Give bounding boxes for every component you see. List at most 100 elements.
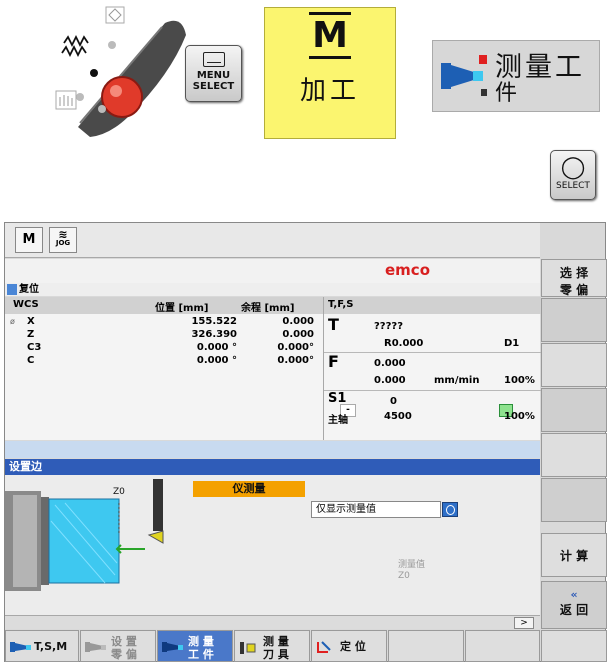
axis-remaining: 0.000 — [282, 316, 314, 327]
window-title: 设置边 — [5, 459, 540, 475]
measured-value-label: 测量值 — [398, 560, 426, 570]
wcs-table: ø X 155.522 0.000 Z 326.390 0.000 C3 0.0… — [5, 314, 323, 440]
scroll-row: > — [5, 615, 540, 629]
softkey-label: 零 偏 — [111, 648, 137, 661]
divider — [324, 352, 541, 353]
softkey-set-offset[interactable]: 设 置 零 偏 — [80, 630, 156, 662]
brand-logo: emco — [385, 261, 430, 279]
measure-workpiece-line2: 件 — [495, 81, 518, 106]
softkey-empty[interactable] — [541, 388, 607, 432]
remaining-header: 余程 [mm] — [241, 303, 295, 314]
measure-workpiece-softkey-large[interactable]: 测量工 件 — [432, 40, 600, 112]
axis-name: Z — [27, 329, 35, 340]
axis-name: C — [27, 355, 35, 366]
wcs-table-header: WCS 位置 [mm] 余程 [mm] — [5, 297, 323, 314]
softkey-label: 工 件 — [188, 648, 214, 661]
position-icon — [317, 641, 331, 653]
workpiece-diagram — [5, 479, 164, 591]
table-row: C 0.000 ° 0.000° — [5, 355, 323, 368]
hmi-screen: M ≋ JOG emco 复位 WCS 位置 [mm] 余程 [mm] ø X … — [4, 222, 607, 662]
axis-remaining: 0.000° — [277, 342, 314, 353]
measure-type-label: 仪测量 — [193, 481, 305, 497]
divider-strip — [5, 441, 540, 458]
machining-letter: M — [309, 12, 351, 59]
select-key[interactable]: ◯ SELECT — [550, 150, 596, 200]
mode-dial[interactable] — [50, 5, 190, 155]
status-flag-icon — [7, 284, 17, 295]
machine-mode-button[interactable]: M — [15, 227, 43, 253]
softkey-label: T,S,M — [34, 640, 68, 653]
softkey-measure-workpiece[interactable]: 测 量 工 件 — [157, 630, 233, 662]
axis-remaining: 0.000 — [282, 329, 314, 340]
back-arrow-icon: « — [570, 588, 578, 601]
axis-name: X — [27, 316, 35, 327]
tool-radius: R0.000 — [384, 338, 424, 349]
status-text: 复位 — [19, 284, 39, 295]
spindle-speed: 4500 — [384, 411, 412, 422]
tfs-header: T,F,S — [324, 297, 541, 314]
machine-mode-letter: M — [22, 232, 36, 247]
softkey-label: 测 量 — [188, 635, 214, 648]
measure-mode-field[interactable]: 仅显示测量值 — [311, 501, 441, 518]
scroll-right-button[interactable]: > — [514, 617, 534, 629]
machining-m-icon: M — [265, 12, 395, 59]
jog-mode-label: JOG — [55, 239, 71, 247]
softkey-calculate[interactable]: 计 算 — [541, 533, 607, 577]
tool-name: ????? — [374, 321, 404, 332]
softkey-label: 刀 具 — [263, 648, 289, 661]
table-row: X 155.522 0.000 — [5, 316, 323, 329]
z0-value-label: Z0 — [398, 571, 410, 581]
machining-label: 加工 — [299, 76, 360, 106]
axis-position: 0.000 ° — [196, 342, 237, 353]
feed-override: 100% — [504, 375, 535, 386]
table-row: Z 326.390 0.000 — [5, 329, 323, 342]
softkey-empty-corner[interactable] — [541, 630, 607, 662]
channel-status: 复位 — [5, 283, 540, 296]
softkey-label: 设 置 — [111, 635, 137, 648]
softkey-empty-h[interactable] — [465, 630, 540, 662]
softkey-measure-tool[interactable]: 测 量 刀 具 — [234, 630, 310, 662]
measure-workpiece-icon — [441, 55, 487, 96]
toggle-icon[interactable] — [442, 502, 458, 517]
softkey-back[interactable]: « 返 回 — [541, 581, 607, 629]
measure-graphic-area: Z0 仪测量 仅显示测量值 测量值 Z0 — [5, 475, 540, 615]
softkey-empty[interactable] — [541, 478, 607, 522]
feed-label: F — [328, 352, 339, 371]
menu-select-line1: MENU — [196, 70, 231, 81]
feed-unit: mm/min — [434, 375, 480, 386]
softkey-position[interactable]: 定 位 — [311, 630, 387, 662]
softkey-label: 计 算 — [559, 549, 589, 563]
wcs-header: WCS — [13, 299, 39, 310]
axis-position: 326.390 — [191, 329, 237, 340]
softkey-label: 定 位 — [340, 640, 366, 653]
set-offset-icon — [85, 642, 106, 652]
softkey-label: 返 回 — [559, 603, 589, 617]
spindle-actual: 0 — [390, 396, 397, 407]
axis-name: C3 — [27, 342, 42, 353]
select-circle-icon: ◯ — [560, 155, 586, 180]
table-row: C3 0.000 ° 0.000° — [5, 342, 323, 355]
axis-position: 155.522 — [191, 316, 237, 327]
softkey-empty-h[interactable] — [388, 630, 464, 662]
jog-mode-button[interactable]: ≋ JOG — [49, 227, 77, 253]
spindle-override: 100% — [504, 411, 535, 422]
menu-select-line2: SELECT — [192, 81, 235, 92]
softkey-label: 选 择 — [559, 266, 589, 280]
softkey-select-offset[interactable]: 选 择 零 偏 — [541, 259, 607, 297]
softkey-empty[interactable] — [541, 343, 607, 387]
softkey-empty[interactable] — [541, 298, 607, 342]
select-label: SELECT — [556, 181, 590, 191]
softkey-empty[interactable] — [541, 433, 607, 477]
menu-select-key[interactable]: MENU SELECT — [185, 45, 242, 102]
z0-label: Z0 — [113, 487, 125, 497]
feed-actual: 0.000 — [374, 358, 406, 369]
machining-mode-key[interactable]: M 加工 — [264, 7, 396, 139]
softkey-label: 零 偏 — [559, 283, 589, 297]
measure-workpiece-small-icon — [162, 642, 183, 652]
tool-label: T — [328, 315, 339, 334]
softkey-label: 测 量 — [263, 635, 289, 648]
screen-icon — [202, 52, 225, 67]
measure-tool-icon — [240, 642, 256, 654]
softkey-tsm[interactable]: T,S,M — [5, 630, 79, 662]
position-header: 位置 [mm] — [155, 303, 209, 314]
